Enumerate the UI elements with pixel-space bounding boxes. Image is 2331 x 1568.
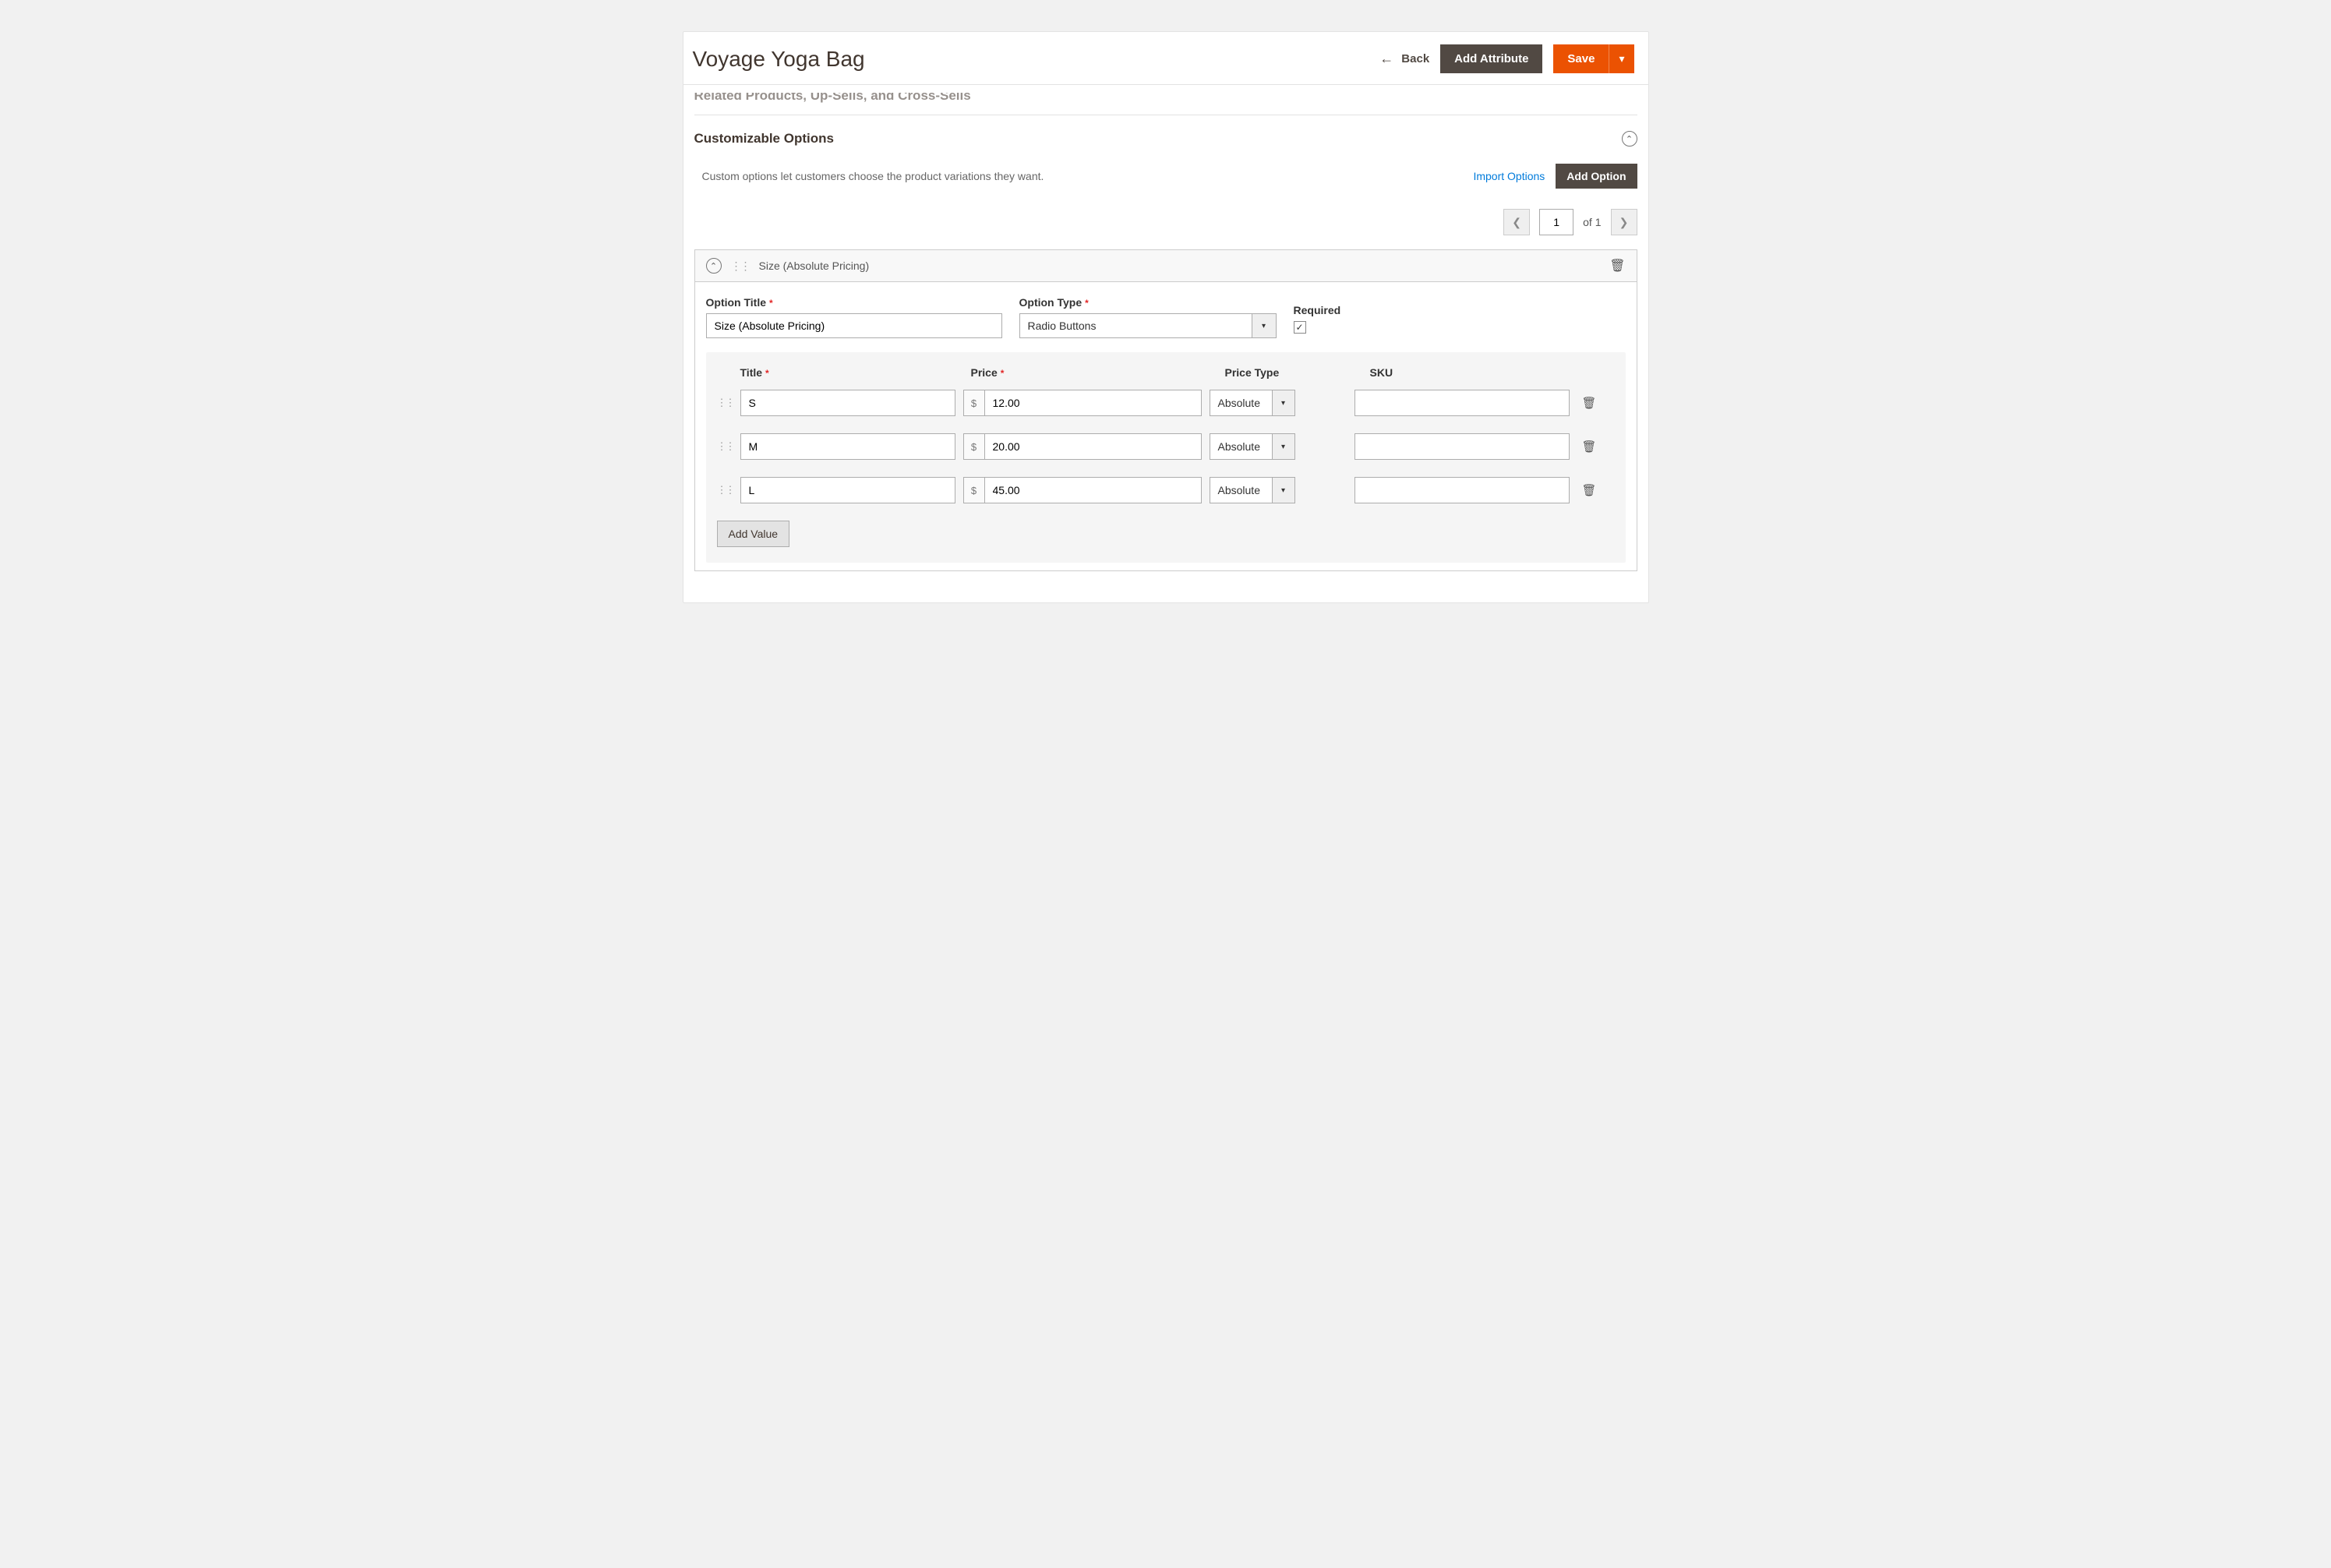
value-price-type-select[interactable]: Absolute▾	[1210, 390, 1295, 416]
value-sku-input[interactable]	[1354, 477, 1570, 503]
content-area: Related Products, Up-Sells, and Cross-Se…	[683, 85, 1648, 602]
col-price: Price*	[971, 366, 1217, 379]
check-icon: ✓	[1295, 322, 1303, 333]
add-value-button[interactable]: Add Value	[717, 521, 790, 547]
back-label: Back	[1401, 52, 1429, 65]
value-title-input[interactable]	[740, 477, 955, 503]
value-sku-input[interactable]	[1354, 390, 1570, 416]
value-sku-input[interactable]	[1354, 433, 1570, 460]
option-title-field: Option Title*	[706, 296, 1002, 338]
page-title: Voyage Yoga Bag	[693, 47, 865, 72]
pager-total: of 1	[1583, 216, 1601, 228]
col-title: Title*	[740, 366, 963, 379]
drag-handle-icon[interactable]: ⋮⋮	[717, 484, 733, 496]
required-star-icon: *	[1001, 368, 1005, 379]
value-price-type-select[interactable]: Absolute▾	[1210, 477, 1295, 503]
option-type-value: Radio Buttons	[1019, 313, 1277, 338]
drag-handle-icon[interactable]: ⋮⋮	[717, 397, 733, 409]
value-price-wrap: $	[963, 477, 1202, 503]
delete-value-icon[interactable]: 🗑	[1582, 440, 1597, 454]
value-row: ⋮⋮ $ Absolute▾ 🗑	[717, 433, 1615, 460]
import-options-link[interactable]: Import Options	[1473, 170, 1545, 182]
value-rows: ⋮⋮ $ Absolute▾ 🗑 ⋮⋮ $ Absolute▾ 🗑 ⋮⋮ $ Absolute▾ 🗑	[717, 390, 1615, 503]
option-field-row: Option Title* Option Type* Radio Buttons…	[706, 296, 1626, 338]
required-field: Required ✓	[1294, 304, 1341, 338]
customizable-description-row: Custom options let customers choose the …	[694, 159, 1637, 203]
required-checkbox[interactable]: ✓	[1294, 321, 1306, 334]
pager-prev-button[interactable]: ❮	[1503, 209, 1530, 235]
value-price-wrap: $	[963, 433, 1202, 460]
values-area: Title* Price* Price Type SKU ⋮⋮ $ Absolute…	[706, 352, 1626, 563]
delete-value-icon[interactable]: 🗑	[1582, 396, 1597, 410]
caret-down-icon: ▾	[1272, 433, 1295, 460]
pager: ❮ of 1 ❯	[694, 203, 1637, 249]
drag-handle-icon[interactable]: ⋮⋮	[717, 440, 733, 453]
option-title-input[interactable]	[706, 313, 1002, 338]
values-header: Title* Price* Price Type SKU	[717, 366, 1615, 390]
currency-symbol: $	[963, 390, 985, 416]
customizable-actions: Import Options Add Option	[1473, 164, 1637, 189]
value-price-wrap: $	[963, 390, 1202, 416]
required-star-icon: *	[765, 368, 769, 379]
value-price-input[interactable]	[985, 390, 1202, 416]
customizable-description: Custom options let customers choose the …	[702, 170, 1044, 182]
option-type-field: Option Type* Radio Buttons ▾	[1019, 296, 1277, 338]
arrow-left-icon: ←	[1379, 51, 1393, 67]
caret-down-icon: ▾	[1272, 477, 1295, 503]
required-label: Required	[1294, 304, 1341, 316]
option-collapse-icon[interactable]: ⌃	[706, 258, 722, 274]
collapse-icon[interactable]: ⌃	[1622, 131, 1637, 147]
header-bar: Voyage Yoga Bag ← Back Add Attribute Sav…	[683, 32, 1648, 85]
option-box-header-left: ⌃ ⋮⋮ Size (Absolute Pricing)	[706, 258, 870, 274]
value-row: ⋮⋮ $ Absolute▾ 🗑	[717, 390, 1615, 416]
related-products-section-header[interactable]: Related Products, Up-Sells, and Cross-Se…	[694, 85, 1637, 115]
caret-down-icon: ▾	[1252, 313, 1277, 338]
value-row: ⋮⋮ $ Absolute▾ 🗑	[717, 477, 1615, 503]
save-dropdown-toggle[interactable]: ▾	[1609, 44, 1633, 73]
option-type-label: Option Type*	[1019, 296, 1277, 309]
pager-page-input[interactable]	[1539, 209, 1573, 235]
add-option-button[interactable]: Add Option	[1556, 164, 1637, 189]
drag-handle-icon[interactable]: ⋮⋮	[731, 260, 750, 273]
save-button[interactable]: Save	[1553, 44, 1609, 73]
option-body: Option Title* Option Type* Radio Buttons…	[695, 282, 1637, 570]
header-actions: ← Back Add Attribute Save ▾	[1379, 44, 1633, 73]
option-box: ⌃ ⋮⋮ Size (Absolute Pricing) 🗑 Option Ti…	[694, 249, 1637, 571]
delete-option-icon[interactable]: 🗑	[1609, 258, 1625, 274]
chevron-right-icon: ❯	[1619, 216, 1629, 229]
required-star-icon: *	[769, 298, 773, 309]
value-title-input[interactable]	[740, 433, 955, 460]
customizable-options-section-header[interactable]: Customizable Options ⌃	[694, 115, 1637, 159]
currency-symbol: $	[963, 433, 985, 460]
value-title-input[interactable]	[740, 390, 955, 416]
add-attribute-button[interactable]: Add Attribute	[1440, 44, 1542, 73]
delete-value-icon[interactable]: 🗑	[1582, 483, 1597, 497]
option-header-name: Size (Absolute Pricing)	[759, 260, 870, 272]
value-price-type-select[interactable]: Absolute▾	[1210, 433, 1295, 460]
option-title-label: Option Title*	[706, 296, 1002, 309]
save-button-group: Save ▾	[1553, 44, 1633, 73]
value-price-input[interactable]	[985, 477, 1202, 503]
currency-symbol: $	[963, 477, 985, 503]
required-star-icon: *	[1085, 298, 1089, 309]
chevron-left-icon: ❮	[1512, 216, 1521, 229]
customizable-options-title: Customizable Options	[694, 131, 834, 147]
option-type-select[interactable]: Radio Buttons ▾	[1019, 313, 1277, 338]
caret-down-icon: ▾	[1272, 390, 1295, 416]
col-price-type: Price Type	[1225, 366, 1362, 379]
option-box-header: ⌃ ⋮⋮ Size (Absolute Pricing) 🗑	[695, 250, 1637, 282]
pager-next-button[interactable]: ❯	[1611, 209, 1637, 235]
value-price-input[interactable]	[985, 433, 1202, 460]
page-wrapper: Voyage Yoga Bag ← Back Add Attribute Sav…	[683, 31, 1649, 603]
back-button[interactable]: ← Back	[1379, 51, 1429, 67]
col-sku: SKU	[1370, 366, 1588, 379]
caret-down-icon: ▾	[1619, 52, 1624, 65]
